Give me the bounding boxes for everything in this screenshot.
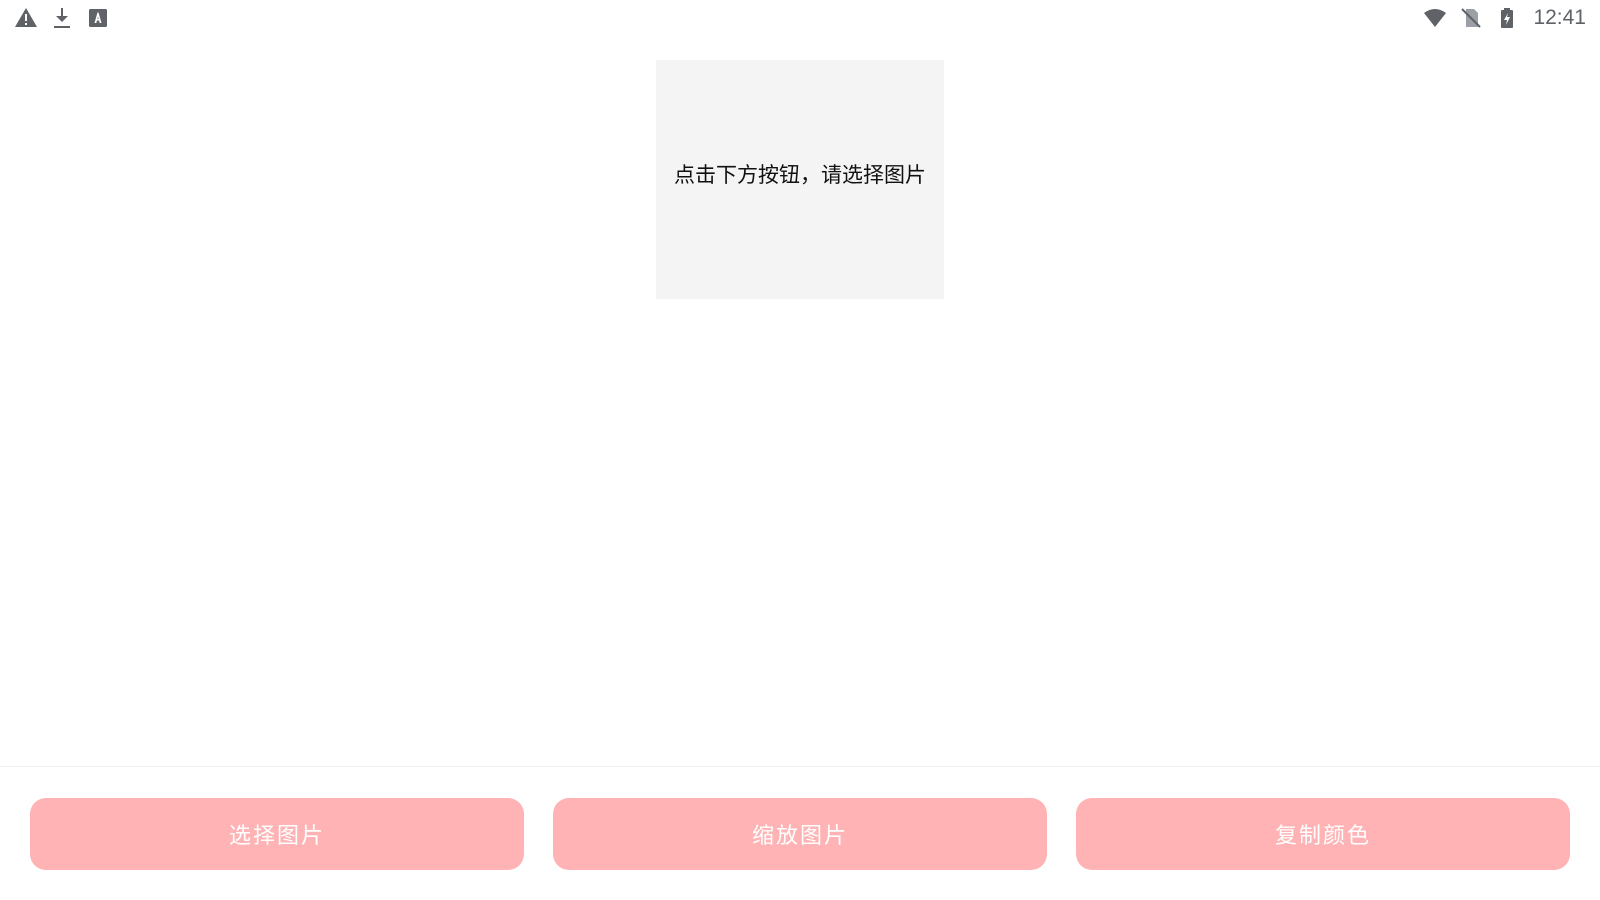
download-icon [50, 6, 74, 30]
select-image-button[interactable]: 选择图片 [30, 798, 524, 870]
status-left-icons [14, 6, 110, 30]
status-time: 12:41 [1533, 6, 1586, 29]
text-recognition-icon [86, 6, 110, 30]
bottom-divider [0, 766, 1600, 767]
status-right-icons: 12:41 [1423, 6, 1586, 30]
zoom-image-button[interactable]: 缩放图片 [553, 798, 1047, 870]
copy-color-button[interactable]: 复制颜色 [1076, 798, 1570, 870]
image-color-picker-screen: 12:41 点击下方按钮，请选择图片 选择图片 缩放图片 复制颜色 [0, 0, 1600, 900]
image-preview-area[interactable]: 点击下方按钮，请选择图片 [656, 60, 944, 299]
warning-icon [14, 6, 38, 30]
bottom-action-bar: 选择图片 缩放图片 复制颜色 [30, 798, 1570, 870]
no-sim-icon [1459, 6, 1483, 30]
status-bar: 12:41 [0, 0, 1600, 36]
battery-charging-icon [1495, 6, 1519, 30]
select-image-hint: 点击下方按钮，请选择图片 [674, 162, 926, 187]
wifi-icon [1423, 6, 1447, 30]
